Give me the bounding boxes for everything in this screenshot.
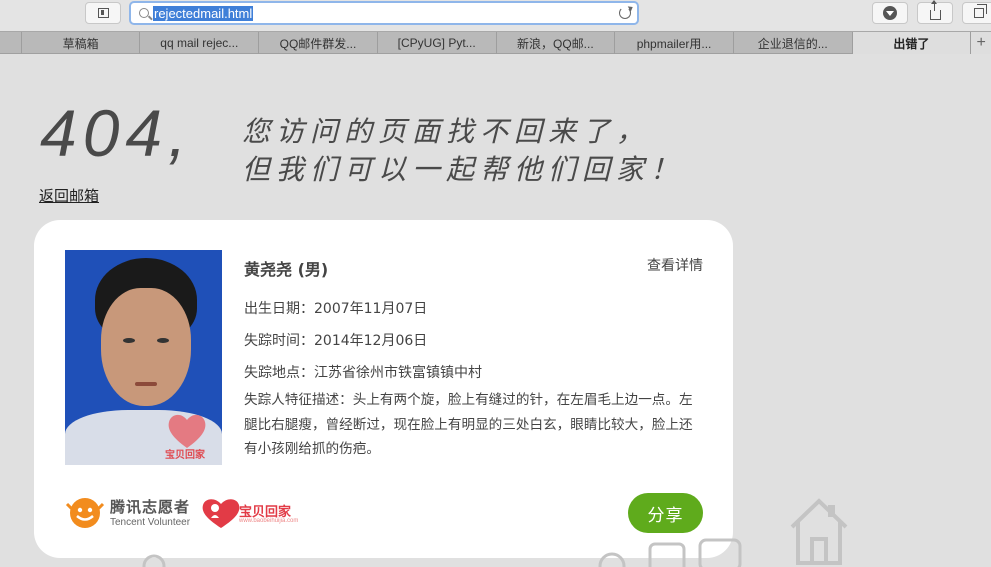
tencent-volunteer-logo: 腾讯志愿者 Tencent Volunteer xyxy=(65,496,193,530)
tab-qq-mail-rejected[interactable]: qq mail rejec... xyxy=(140,32,260,54)
tencent-volunteer-icon xyxy=(65,498,105,528)
tab-qq-mass-mail[interactable]: QQ邮件群发... xyxy=(259,32,378,54)
tab-error[interactable]: 出错了 xyxy=(852,32,972,54)
home-outline-icon xyxy=(790,498,848,565)
share-button[interactable]: 分享 xyxy=(628,493,703,533)
photo-watermark-text: 宝贝回家 xyxy=(165,450,205,461)
tab-enterprise-bounce[interactable]: 企业退信的... xyxy=(734,32,853,54)
sidebar-button[interactable] xyxy=(85,2,121,24)
tab-drafts[interactable]: 草稿箱 xyxy=(22,32,141,54)
tabs-overview-button[interactable] xyxy=(962,2,991,24)
back-to-mailbox-link[interactable]: 返回邮箱 xyxy=(39,185,99,206)
download-icon xyxy=(883,6,897,20)
background-figure-left-icon xyxy=(142,554,166,567)
missing-place: 失踪地点：江苏省徐州市铁富镇镇中村 xyxy=(244,365,482,381)
tab-bar: 草稿箱 qq mail rejec... QQ邮件群发... [CPyUG] P… xyxy=(0,31,991,54)
reload-icon[interactable] xyxy=(619,7,631,19)
headline-line-2: 但我们可以一起帮他们回家！ xyxy=(242,153,685,186)
share-icon xyxy=(929,0,941,20)
tab-spacer xyxy=(0,32,22,54)
child-photo: 宝贝回家 xyxy=(65,250,222,465)
baobei-huijia-logo: 宝贝回家 www.baobeihuijia.com xyxy=(201,496,298,530)
tencent-volunteer-cn: 腾讯志愿者 xyxy=(110,498,191,516)
tab-phpmailer[interactable]: phpmailer用... xyxy=(615,32,734,54)
tabs-icon xyxy=(974,4,987,18)
birth-date: 出生日期：2007年11月07日 xyxy=(244,301,428,317)
tencent-volunteer-en: Tencent Volunteer xyxy=(110,517,191,528)
browser-toolbar: rejectedmail.html xyxy=(0,0,991,31)
share-toolbar-button[interactable] xyxy=(917,0,953,24)
background-figures-icon xyxy=(598,538,742,567)
address-bar[interactable]: rejectedmail.html xyxy=(129,1,639,25)
feature-description: 失踪人特征描述：头上有两个旋，脸上有缝过的针，在左眉毛上边一点。左腿比右腿瘦，曾… xyxy=(244,392,693,457)
error-code: 404, xyxy=(40,96,193,170)
sidebar-icon xyxy=(97,8,109,18)
new-tab-button[interactable]: + xyxy=(971,32,991,54)
missing-child-card: 宝贝回家 黄尧尧 (男) 查看详情 出生日期：2007年11月07日 失踪时间：… xyxy=(34,220,733,558)
tab-cpyug[interactable]: [CPyUG] Pyt... xyxy=(378,32,497,54)
baobei-url: www.baobeihuijia.com xyxy=(239,518,299,524)
tab-sina-qq[interactable]: 新浪，QQ邮... xyxy=(497,32,616,54)
search-icon xyxy=(139,8,149,18)
child-name: 黄尧尧 (男) xyxy=(244,260,329,279)
headline-line-1: 您访问的页面找不回来了， xyxy=(242,115,651,148)
missing-time: 失踪时间：2014年12月06日 xyxy=(244,333,428,349)
address-text[interactable]: rejectedmail.html xyxy=(153,6,254,21)
view-details-link[interactable]: 查看详情 xyxy=(647,255,703,275)
baobei-heart-icon xyxy=(202,499,240,528)
download-button[interactable] xyxy=(872,2,908,24)
